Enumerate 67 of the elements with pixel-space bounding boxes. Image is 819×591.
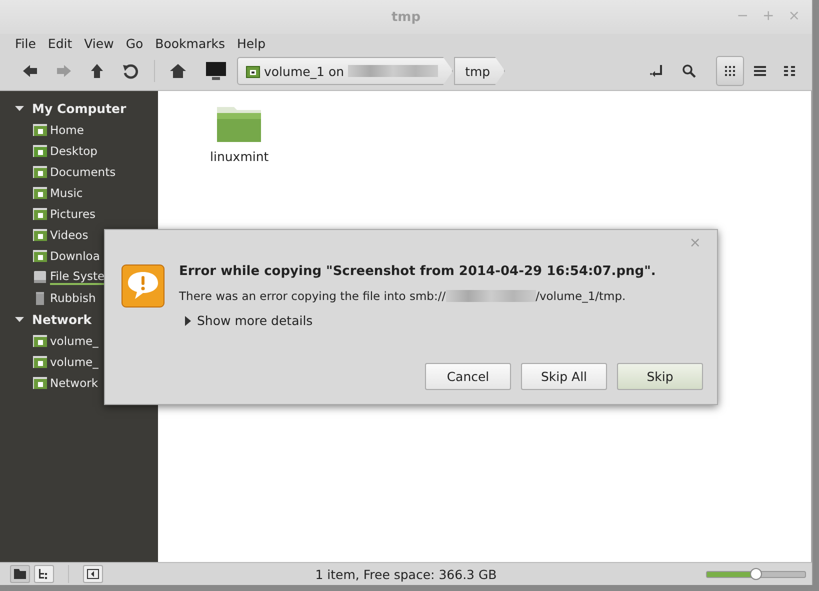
folder-icon	[33, 354, 47, 368]
menu-item[interactable]: View	[77, 36, 119, 50]
sidebar-item[interactable]: volume_	[50, 354, 98, 368]
window-title: tmp	[391, 10, 421, 24]
tree-icon	[38, 569, 50, 579]
sidebar-toggle-icon	[87, 569, 99, 579]
sidebar-item[interactable]: Documents	[50, 164, 116, 178]
breadcrumb-button[interactable]: tmp	[454, 57, 506, 85]
status-text: 1 item, Free space: 366.3 GB	[315, 566, 497, 582]
up-arrow-icon[interactable]	[90, 63, 104, 79]
error-message: There was an error copying the file into smb://	[179, 289, 446, 303]
dialog-title: Error while copying "Screenshot from 2014-04-29 16:54:07.png".	[179, 264, 656, 279]
sidebar-item[interactable]: Downloa	[50, 248, 100, 262]
network-drive-icon	[246, 64, 260, 78]
folder-icon	[33, 248, 47, 262]
home-icon[interactable]	[169, 63, 187, 79]
sidebar-item[interactable]: Videos	[50, 228, 88, 242]
folder-icon	[33, 334, 47, 348]
menu-item[interactable]: Go	[118, 36, 148, 50]
file-name[interactable]: linuxmint	[210, 149, 269, 164]
folder-icon	[33, 164, 47, 178]
menu-item[interactable]: Help	[230, 36, 270, 50]
dialog-button[interactable]: Cancel	[425, 363, 511, 390]
details-expander[interactable]: Show more details	[197, 313, 313, 328]
folder-icon	[33, 376, 47, 390]
folder-icon[interactable]	[216, 105, 262, 143]
zoom-slider[interactable]	[706, 567, 806, 581]
folder-icon	[33, 206, 47, 220]
sidebar-item[interactable]: Rubbish	[50, 290, 96, 304]
grid-icon	[725, 66, 735, 76]
dialog-button[interactable]: Skip	[617, 363, 703, 390]
sidebar-item[interactable]: Network	[50, 376, 98, 390]
warning-speech-bubble-icon	[121, 264, 165, 308]
folder-icon	[33, 122, 47, 136]
reload-icon[interactable]	[122, 63, 138, 79]
menu-item[interactable]: Edit	[40, 36, 78, 50]
sidebar-heading: My Computer	[32, 100, 126, 116]
sidebar-item[interactable]: Pictures	[50, 206, 96, 220]
back-arrow-icon[interactable]	[22, 64, 38, 78]
toggle-location-icon[interactable]	[650, 64, 664, 78]
menu-item[interactable]: File	[8, 36, 41, 50]
breadcrumb-button[interactable]: volume_1 on	[237, 57, 454, 85]
sidebar-item[interactable]: Desktop	[50, 144, 98, 158]
sidebar-item[interactable]: volume_	[50, 334, 98, 348]
folder-icon	[33, 186, 47, 200]
expander-icon[interactable]	[15, 314, 24, 324]
expander-icon[interactable]	[15, 104, 24, 112]
sidebar-item[interactable]: Home	[50, 122, 84, 136]
places-button[interactable]	[10, 565, 30, 583]
list-icon	[754, 66, 766, 76]
monitor-icon[interactable]	[205, 61, 227, 81]
dialog-button[interactable]: Skip All	[521, 363, 607, 390]
folder-icon	[33, 228, 47, 242]
compact-list-icon	[784, 66, 796, 76]
menu-item[interactable]: Bookmarks	[148, 36, 230, 50]
trash-can-icon	[33, 290, 47, 304]
drive-icon	[33, 270, 47, 284]
tree-button[interactable]	[34, 565, 54, 583]
icon-view-button[interactable]	[716, 56, 744, 86]
expander-icon[interactable]	[185, 316, 191, 326]
sidebar-toggle-button[interactable]	[83, 565, 103, 583]
error-message-path: /volume_1/tmp.	[536, 289, 626, 303]
search-icon[interactable]	[682, 64, 696, 78]
sidebar-item[interactable]: Music	[50, 186, 83, 200]
folder-icon	[14, 569, 26, 579]
folder-icon	[33, 144, 47, 158]
sidebar-heading: Network	[32, 312, 92, 326]
